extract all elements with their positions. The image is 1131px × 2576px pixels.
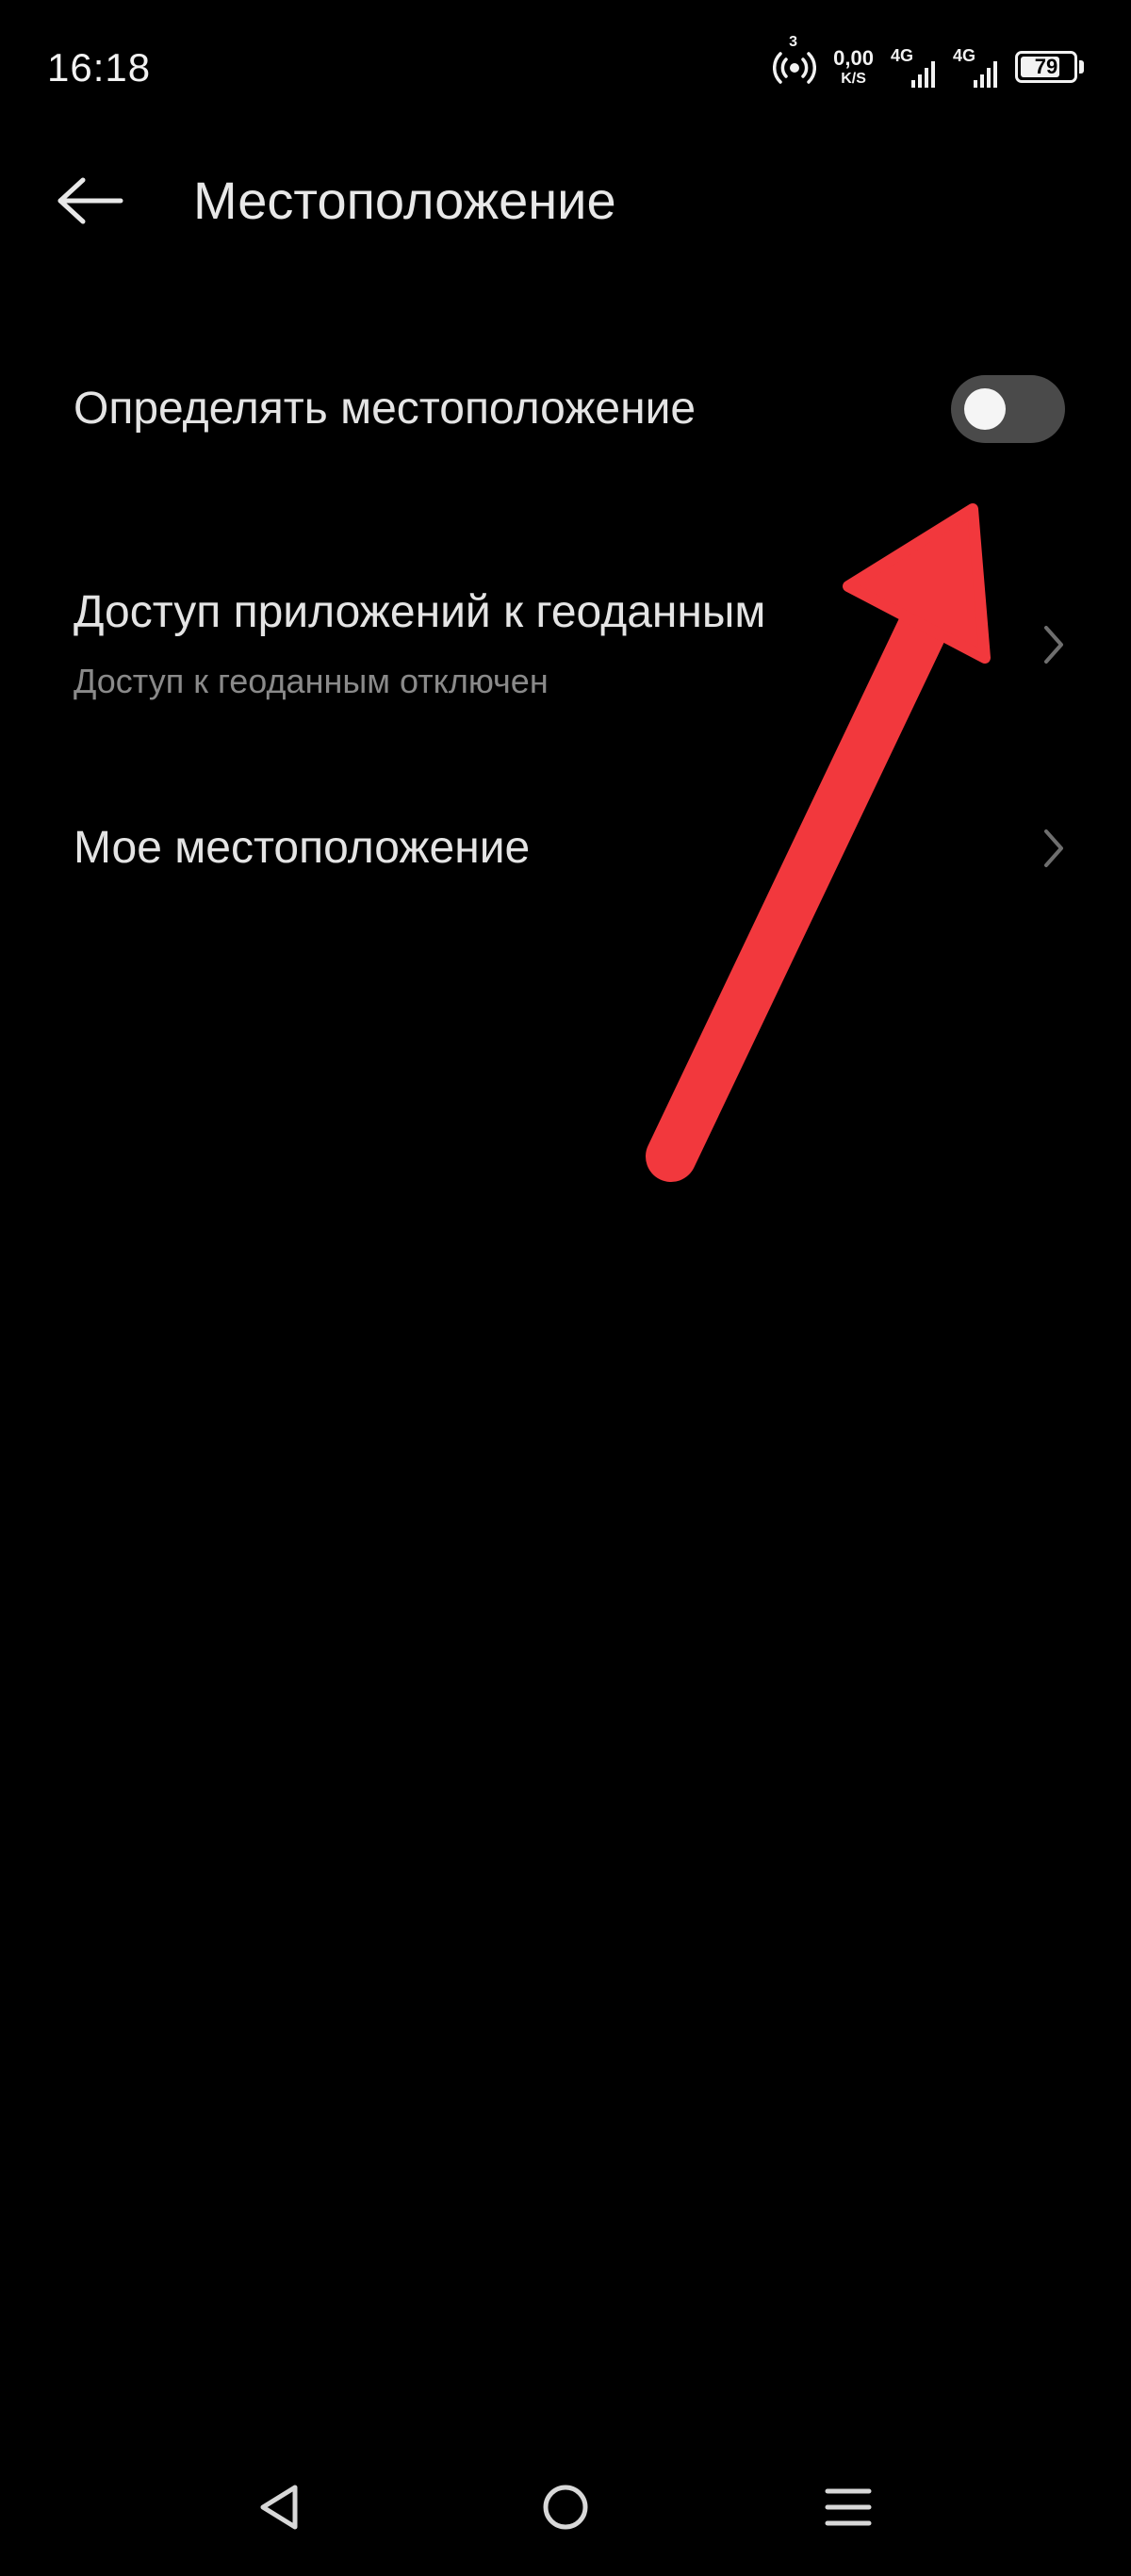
chevron-right-icon [1044,626,1063,664]
nav-menu-button[interactable] [801,2460,895,2554]
app-geodata-access-row[interactable]: Доступ приложений к геоданным Доступ к г… [0,556,1131,716]
hotspot-count: 3 [789,33,798,50]
circle-home-icon [543,2485,588,2530]
app-geodata-access-subtitle: Доступ к геоданным отключен [74,662,549,700]
app-header: Местоположение [0,151,1131,254]
nav-back-button[interactable] [232,2460,326,2554]
battery-level: 79 [1034,55,1058,78]
status-time: 16:18 [47,45,152,90]
status-bar: 16:18 3 0,00 K/S 4G 4G 79 [0,0,1131,132]
signal-bars-icon [911,61,935,88]
network-type-label: 4G [891,46,914,65]
location-toggle-switch[interactable] [951,375,1065,443]
app-geodata-access-label: Доступ приложений к геоданным [74,587,766,637]
network-speed-unit: K/S [841,70,866,87]
arrow-left-icon [57,177,123,224]
signal-bars-icon [974,61,997,88]
battery-icon: 79 [1015,51,1077,83]
chevron-right-icon [1044,829,1063,867]
my-location-row[interactable]: Мое местоположение [0,782,1131,914]
page-title: Местоположение [193,171,616,230]
battery-indicator: 79 [1015,51,1084,83]
signal-sim2: 4G [953,46,998,88]
network-speed: 0,00 K/S [833,45,874,87]
location-toggle-label: Определять местоположение [74,384,697,434]
signal-sim1: 4G [891,46,936,88]
network-speed-value: 0,00 [833,45,874,70]
battery-nub [1079,60,1084,74]
toggle-knob [964,388,1006,430]
my-location-label: Мое местоположение [74,823,531,873]
triangle-back-icon [260,2485,298,2530]
network-type-label: 4G [953,46,976,65]
hotspot-indicator: 3 [773,34,817,91]
nav-home-button[interactable] [518,2460,613,2554]
back-button[interactable] [57,168,151,234]
menu-icon [825,2488,872,2526]
status-icons: 3 0,00 K/S 4G 4G 79 [773,34,1084,91]
system-nav-bar [0,2460,1131,2576]
